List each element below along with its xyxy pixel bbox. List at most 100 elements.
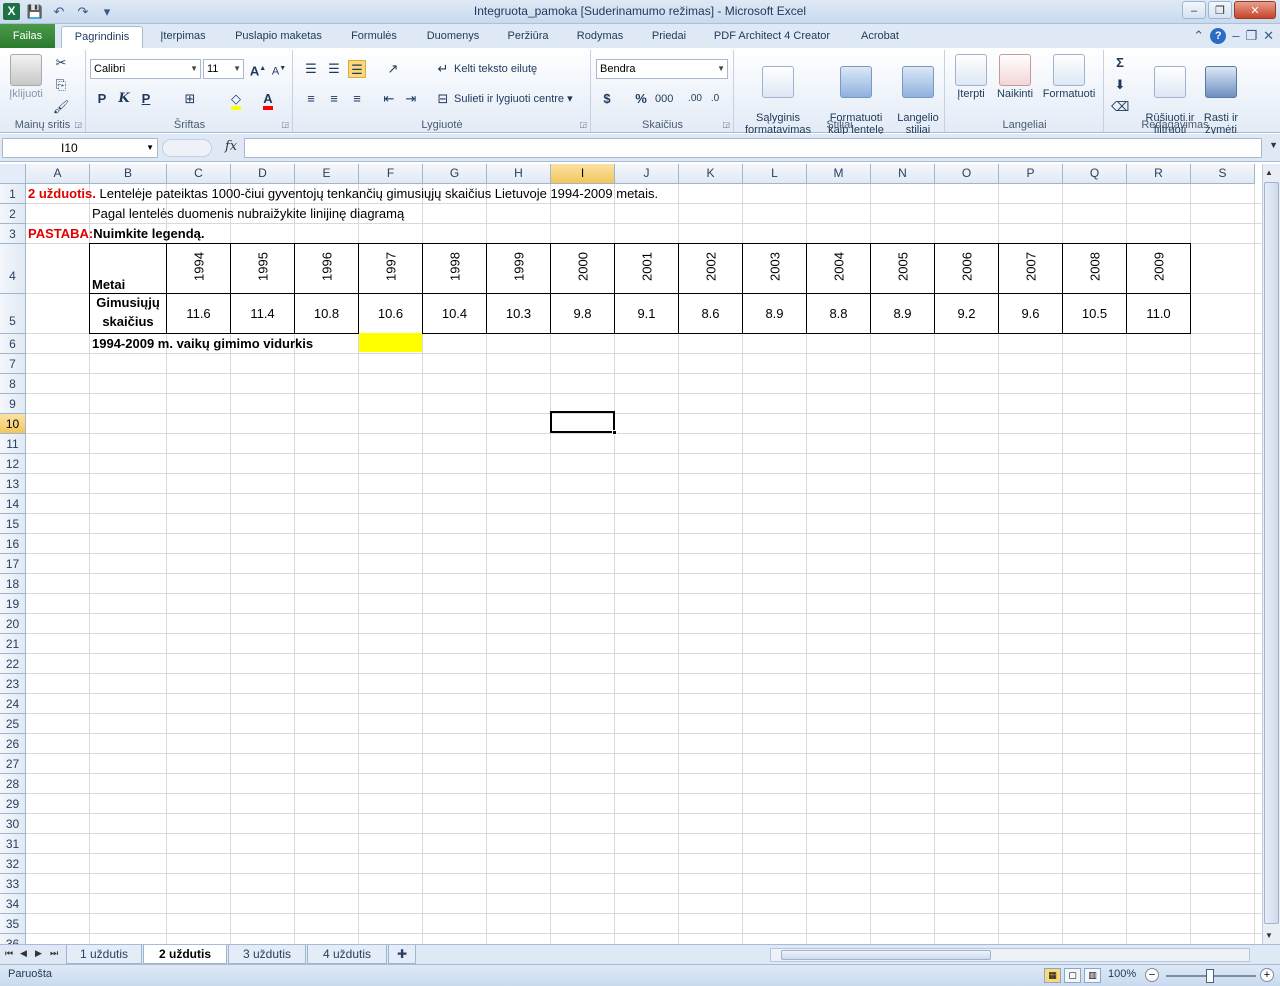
underline-button[interactable]: P xyxy=(137,90,155,108)
page-break-view-icon[interactable]: ▥ xyxy=(1084,968,1101,983)
vertical-scroll-thumb[interactable] xyxy=(1264,182,1279,924)
first-sheet-icon[interactable]: ⏮ xyxy=(5,948,13,959)
row-header[interactable]: 27 xyxy=(0,754,26,774)
borders-icon[interactable]: ⊞ xyxy=(181,90,199,108)
page-layout-view-icon[interactable]: ▢ xyxy=(1064,968,1081,983)
average-result-cell[interactable] xyxy=(359,333,422,352)
insert-sheet-icon[interactable]: ✚ xyxy=(388,945,416,964)
comma-style-button[interactable]: 000 xyxy=(655,90,673,108)
currency-button[interactable]: $ xyxy=(598,90,616,108)
format-painter-icon[interactable]: 🖌 xyxy=(52,98,70,116)
zoom-level[interactable]: 100% xyxy=(1108,968,1136,980)
row-header[interactable]: 36 xyxy=(0,934,26,944)
workbook-close-icon[interactable]: ✕ xyxy=(1263,28,1274,44)
row-header[interactable]: 21 xyxy=(0,634,26,654)
minimize-ribbon-icon[interactable]: ⌃ xyxy=(1193,28,1204,44)
sheet-tab-2[interactable]: 2 uždutis xyxy=(143,945,227,964)
row-header[interactable]: 10 xyxy=(0,414,26,434)
row-header[interactable]: 12 xyxy=(0,454,26,474)
column-header[interactable]: F xyxy=(359,164,423,184)
row-header[interactable]: 5 xyxy=(0,294,26,334)
horizontal-scrollbar[interactable] xyxy=(770,948,1250,962)
row-header[interactable]: 22 xyxy=(0,654,26,674)
tab-pdf-architect[interactable]: PDF Architect 4 Creator xyxy=(706,26,838,48)
increase-indent-icon[interactable]: ⇥ xyxy=(402,90,420,108)
sheet-tab-3[interactable]: 3 uždutis xyxy=(228,945,306,964)
row-header[interactable]: 20 xyxy=(0,614,26,634)
row-header[interactable]: 14 xyxy=(0,494,26,514)
row-header[interactable]: 23 xyxy=(0,674,26,694)
decrease-indent-icon[interactable]: ⇤ xyxy=(380,90,398,108)
orientation-icon[interactable]: ↗ xyxy=(384,60,402,78)
fill-color-icon[interactable]: ◇ xyxy=(227,90,245,110)
next-sheet-icon[interactable]: ▶ xyxy=(35,948,42,959)
zoom-slider-knob[interactable] xyxy=(1206,969,1214,983)
column-header[interactable]: S xyxy=(1191,164,1255,184)
fill-icon[interactable]: ⬇ xyxy=(1111,76,1129,94)
row-header[interactable]: 25 xyxy=(0,714,26,734)
row-header[interactable]: 1 xyxy=(0,184,26,204)
wrap-text-button[interactable]: Kelti teksto eilutę xyxy=(454,63,537,75)
row-header[interactable]: 32 xyxy=(0,854,26,874)
row-header[interactable]: 3 xyxy=(0,224,26,244)
tab-page-layout[interactable]: Puslapio maketas xyxy=(226,26,331,48)
wrap-text-icon[interactable]: ↵ xyxy=(434,60,452,78)
row-header[interactable]: 15 xyxy=(0,514,26,534)
row-header[interactable]: 30 xyxy=(0,814,26,834)
row-header[interactable]: 9 xyxy=(0,394,26,414)
row-header[interactable]: 6 xyxy=(0,334,26,354)
clear-icon[interactable]: ⌫ xyxy=(1111,98,1129,116)
column-header[interactable]: B xyxy=(90,164,167,184)
row-header[interactable]: 17 xyxy=(0,554,26,574)
row-header[interactable]: 13 xyxy=(0,474,26,494)
copy-icon[interactable]: ⎘ xyxy=(52,76,70,94)
align-middle-icon[interactable]: ☰ xyxy=(325,60,343,78)
normal-view-icon[interactable]: ▦ xyxy=(1044,968,1061,983)
vertical-scrollbar[interactable]: ▲ ▼ xyxy=(1262,164,1280,944)
column-header[interactable]: R xyxy=(1127,164,1191,184)
help-icon[interactable]: ? xyxy=(1210,28,1227,44)
align-top-icon[interactable]: ☰ xyxy=(302,60,320,78)
select-all-button[interactable] xyxy=(0,164,26,184)
column-header[interactable]: A xyxy=(26,164,90,184)
active-cell[interactable] xyxy=(550,411,615,433)
column-header[interactable]: N xyxy=(871,164,935,184)
workbook-restore-icon[interactable]: ❐ xyxy=(1245,28,1257,44)
row-header[interactable]: 18 xyxy=(0,574,26,594)
font-size-select[interactable]: 11 ▼ xyxy=(203,59,244,79)
align-right-icon[interactable]: ≡ xyxy=(348,90,366,108)
prev-sheet-icon[interactable]: ◀ xyxy=(20,948,27,959)
tab-home[interactable]: Pagrindinis xyxy=(61,26,143,48)
format-cells-button[interactable]: Formatuoti xyxy=(1038,54,1100,100)
row-header[interactable]: 33 xyxy=(0,874,26,894)
scroll-down-icon[interactable]: ▼ xyxy=(1265,931,1273,940)
horizontal-scroll-thumb[interactable] xyxy=(781,950,991,960)
column-header[interactable]: K xyxy=(679,164,743,184)
paste-button[interactable]: Įklijuoti xyxy=(4,54,48,100)
zoom-in-icon[interactable]: + xyxy=(1260,968,1274,982)
tab-insert[interactable]: Įterpimas xyxy=(152,26,214,48)
column-header[interactable]: P xyxy=(999,164,1063,184)
grow-font-icon[interactable]: A▲ xyxy=(249,60,267,78)
dialog-launcher-icon[interactable]: ◲ xyxy=(722,120,730,129)
tab-review[interactable]: Peržiūra xyxy=(500,26,556,48)
merge-center-icon[interactable]: ⊟ xyxy=(434,90,452,108)
worksheet-grid[interactable]: ABCDEFGHIJKLMNOPQRS 1 2 3 4 5 6 7 8 9 10 11 12 13 14 1… xyxy=(0,164,1262,944)
formula-input[interactable] xyxy=(244,138,1262,158)
column-header[interactable]: Q xyxy=(1063,164,1127,184)
tab-acrobat[interactable]: Acrobat xyxy=(852,26,908,48)
font-name-select[interactable]: Calibri ▼ xyxy=(90,59,201,79)
row-header[interactable]: 29 xyxy=(0,794,26,814)
tab-file[interactable]: Failas xyxy=(0,24,55,48)
dialog-launcher-icon[interactable]: ◲ xyxy=(74,120,82,129)
row-header[interactable]: 19 xyxy=(0,594,26,614)
zoom-out-icon[interactable]: − xyxy=(1145,968,1159,982)
minimize-button[interactable]: – xyxy=(1182,1,1206,19)
merge-center-button[interactable]: Sulieti ir lygiuoti centre ▾ xyxy=(454,93,573,105)
row-header[interactable]: 2 xyxy=(0,204,26,224)
row-header[interactable]: 11 xyxy=(0,434,26,454)
scroll-up-icon[interactable]: ▲ xyxy=(1265,168,1273,177)
column-header[interactable]: D xyxy=(231,164,295,184)
row-header[interactable]: 31 xyxy=(0,834,26,854)
font-color-icon[interactable]: A xyxy=(259,90,277,110)
